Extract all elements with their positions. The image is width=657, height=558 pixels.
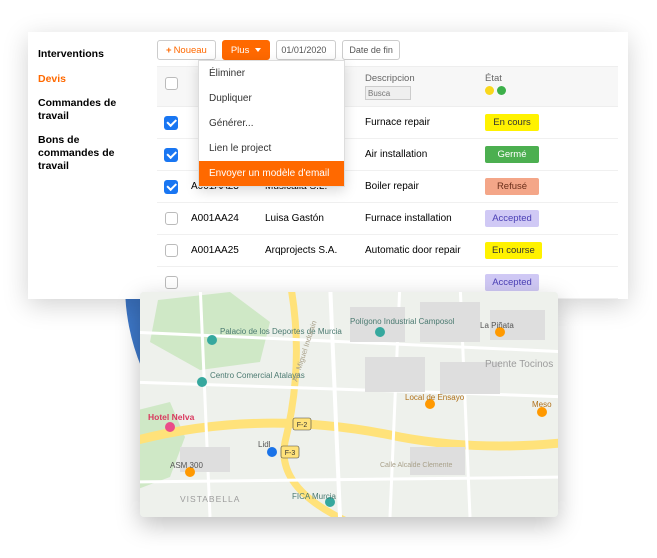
row-checkbox[interactable] xyxy=(164,180,178,194)
row-desc: Boiler repair xyxy=(365,181,485,192)
new-button[interactable]: + Noueau xyxy=(157,40,216,60)
state-dot-yellow[interactable] xyxy=(485,86,494,95)
status-badge: En course xyxy=(485,242,542,259)
date-end-button[interactable]: Date de fin xyxy=(342,40,400,60)
row-client: Luisa Gastón xyxy=(265,213,365,224)
row-desc: Automatic door repair xyxy=(365,245,485,256)
map-label-meso: Meso xyxy=(532,400,552,409)
sidebar-item-interventions[interactable]: Interventions xyxy=(28,42,149,67)
dropdown-item-envoyer[interactable]: Envoyer un modèle d'email xyxy=(199,161,344,186)
dropdown-item-lien[interactable]: Lien le project xyxy=(199,136,344,161)
dropdown-item-eliminer[interactable]: Éliminer xyxy=(199,61,344,86)
status-badge: Accepted xyxy=(485,274,539,291)
row-client: Arqprojects S.A. xyxy=(265,245,365,256)
date-start-input[interactable] xyxy=(276,40,336,60)
sidebar-item-devis[interactable]: Devis xyxy=(28,67,149,92)
dropdown-item-generer[interactable]: Générer... xyxy=(199,111,344,136)
map-label-pinata: La Piñata xyxy=(480,321,514,330)
map-label-poligono: Polígono Industrial Camposol xyxy=(350,317,455,326)
table-row[interactable]: A001AA25Arqprojects S.A.Automatic door r… xyxy=(157,235,618,267)
status-badge: Germé xyxy=(485,146,539,163)
sidebar-item-bons[interactable]: Bons de commandes de travail xyxy=(28,128,149,178)
map-label-nelva: Hotel Nelva xyxy=(148,412,195,422)
chevron-down-icon xyxy=(255,48,261,52)
status-badge: En cours xyxy=(485,114,539,131)
table-row[interactable]: A001AA24Luisa GastónFurnace installation… xyxy=(157,203,618,235)
select-all-checkbox[interactable] xyxy=(165,77,178,90)
row-checkbox[interactable] xyxy=(164,116,178,130)
row-checkbox[interactable] xyxy=(165,212,178,225)
row-checkbox[interactable] xyxy=(165,244,178,257)
map-label-lidl: Lidl xyxy=(258,440,271,449)
plus-dropdown-button[interactable]: Plus xyxy=(222,40,270,60)
svg-text:F-2: F-2 xyxy=(297,422,308,429)
sidebar-item-commandes[interactable]: Commandes de travail xyxy=(28,91,149,128)
status-badge: Accepted xyxy=(485,210,539,227)
state-dot-green[interactable] xyxy=(497,86,506,95)
row-id: A001AA24 xyxy=(191,213,265,224)
map-canvas[interactable]: F-2 F-3 Palacio de los Deportes de Murci… xyxy=(140,292,558,517)
desc-search-input[interactable] xyxy=(365,86,411,100)
svg-text:F-3: F-3 xyxy=(285,450,296,457)
plus-dropdown-label: Plus xyxy=(231,45,249,56)
map-label-palacio: Palacio de los Deportes de Murcia xyxy=(220,327,342,336)
map-road-clemente: Calle Alcalde Clemente xyxy=(380,462,452,469)
map-label-asm: ASM 300 xyxy=(170,461,203,470)
row-desc: Furnace installation xyxy=(365,213,485,224)
dropdown-item-dupliquer[interactable]: Dupliquer xyxy=(199,86,344,111)
status-badge: Refusé xyxy=(485,178,539,195)
row-desc: Air installation xyxy=(365,149,485,160)
row-id: A001AA25 xyxy=(191,245,265,256)
header-state-label: État xyxy=(485,73,551,84)
plus-icon: + xyxy=(166,45,172,56)
map-label-fica: FICA Murcia xyxy=(292,492,337,501)
plus-dropdown-menu: Éliminer Dupliquer Générer... Lien le pr… xyxy=(198,60,345,187)
row-desc: Furnace repair xyxy=(365,117,485,128)
map-widget[interactable]: F-2 F-3 Palacio de los Deportes de Murci… xyxy=(140,292,558,517)
map-label-vistabella: VISTABELLA xyxy=(180,494,240,504)
row-checkbox[interactable] xyxy=(164,148,178,162)
map-label-ensayo: Local de Ensayo xyxy=(405,393,465,402)
toolbar: + Noueau Plus Date de fin xyxy=(157,40,618,60)
sidebar: Interventions Devis Commandes de travail… xyxy=(28,32,149,299)
row-checkbox[interactable] xyxy=(165,276,178,289)
header-desc-label: Descripcion xyxy=(365,73,485,84)
map-label-puente: Puente Tocinos xyxy=(485,359,553,370)
new-button-label: Noueau xyxy=(174,45,207,56)
